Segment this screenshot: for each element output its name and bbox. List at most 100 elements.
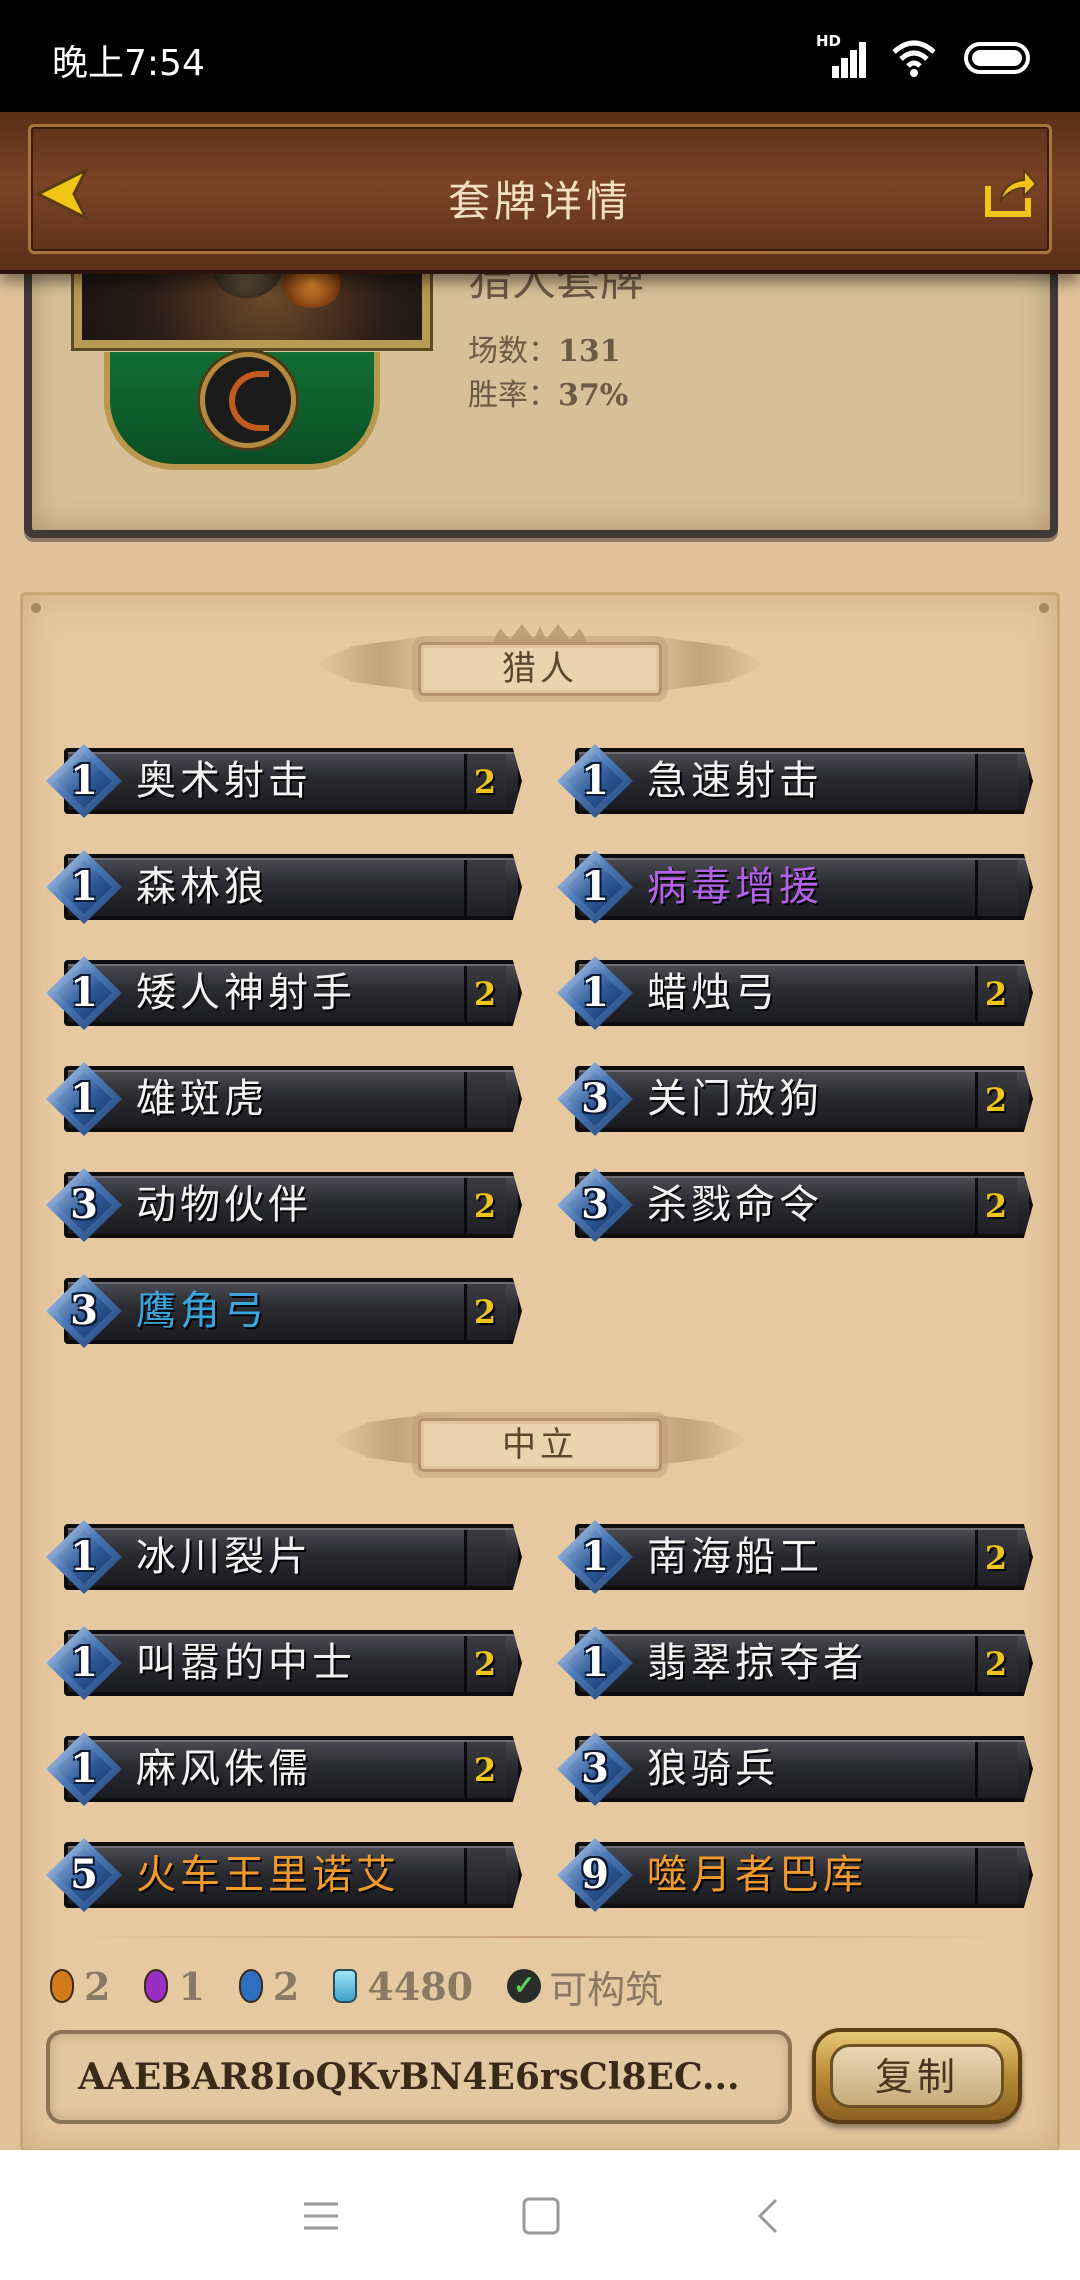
card-row[interactable]: 3 鹰角弓 2 [46,1274,522,1348]
section-label: 猎人 [418,642,662,696]
card-name: 翡翠掠夺者 [647,1640,867,1686]
craftable-status-text: 可构筑 [549,1967,664,2012]
card-row[interactable]: 1 急速射击 [557,744,1033,818]
rare-gem-icon [238,1969,263,2003]
card-row[interactable]: 1 翡翠掠夺者 2 [557,1626,1033,1700]
epic-count: 1 [144,1963,205,2009]
card-count: 2 [473,763,497,801]
card-row[interactable]: 1 矮人神射手 2 [46,956,522,1030]
section-banner-hunter: 猎人 [0,624,1080,704]
card-count [464,1072,506,1128]
dust-cost: 4480 [333,1964,473,2009]
card-cost: 3 [70,1287,98,1334]
status-icons: HD [816,32,1030,82]
card-name: 关门放狗 [647,1076,823,1122]
deck-code-field[interactable]: AAEBAR8IoQKvBN4E6rsCl8EC... [46,2030,792,2124]
card-cost: 9 [581,1851,609,1898]
share-icon[interactable] [980,162,1040,222]
card-bar [64,1066,522,1132]
card-row[interactable]: 5 火车王里诺艾 [46,1838,522,1912]
card-count [975,1848,1017,1904]
winrate-value: 37% [558,378,629,413]
craftable-status: ✓ 可构筑 [507,1959,663,2014]
menu-icon[interactable] [296,2194,346,2238]
dust-cost-value: 4480 [367,1963,474,2009]
page-title: 套牌详情 [447,177,632,226]
epic-count-value: 1 [178,1963,205,2009]
card-count: 2 [473,1751,497,1789]
card-cost: 1 [70,1075,98,1122]
card-cost: 1 [70,1533,98,1580]
card-bar [64,1278,522,1344]
back-icon[interactable] [744,2194,794,2238]
card-count [975,1742,1017,1798]
card-row[interactable]: 3 杀戮命令 2 [557,1168,1033,1242]
card-row[interactable]: 3 关门放狗 2 [557,1062,1033,1136]
card-cost: 1 [581,757,609,804]
card-cost: 1 [581,1533,609,1580]
card-count: 2 [473,1645,497,1683]
card-name: 噬月者巴库 [647,1852,867,1898]
card-count [975,860,1017,916]
card-name: 狼骑兵 [647,1746,779,1792]
card-row[interactable]: 1 麻风侏儒 2 [46,1732,522,1806]
wifi-icon [892,40,936,77]
card-count: 2 [984,1539,1008,1577]
winrate-stat: 胜率：37% [468,370,628,414]
card-name: 森林狼 [136,864,268,910]
deck-info-panel: 猎人套牌 场数：131 胜率：37% [24,250,1058,538]
games-label: 场数： [468,334,558,369]
card-name: 奥术射击 [136,758,312,804]
rare-count-value: 2 [272,1963,300,2009]
battery-icon [964,42,1030,74]
section-label: 中立 [418,1418,662,1472]
card-cost: 1 [70,1745,98,1792]
card-row[interactable]: 9 噬月者巴库 [557,1838,1033,1912]
card-cost: 1 [581,1639,609,1686]
card-name: 麻风侏儒 [136,1746,312,1792]
card-name: 矮人神射手 [136,970,356,1016]
card-cost: 1 [581,863,609,910]
home-icon[interactable] [516,2194,566,2238]
card-bar [575,1736,1033,1802]
card-row[interactable]: 1 蜡烛弓 2 [557,956,1033,1030]
card-row[interactable]: 1 森林狼 [46,850,522,924]
footer-divider [60,1936,1020,1938]
card-cost: 1 [70,757,98,804]
card-row[interactable]: 1 奥术射击 2 [46,744,522,818]
card-cost: 1 [581,969,609,1016]
card-cost: 3 [70,1181,98,1228]
card-name: 叫嚣的中士 [136,1640,356,1686]
card-count: 2 [984,975,1008,1013]
arcane-dust-icon [333,1969,358,2003]
rare-count: 2 [238,1963,300,2009]
card-row[interactable]: 3 动物伙伴 2 [46,1168,522,1242]
app-header: 套牌详情 [0,112,1080,274]
card-row[interactable]: 1 叫嚣的中士 2 [46,1626,522,1700]
card-cost: 1 [70,969,98,1016]
card-cost: 3 [581,1075,609,1122]
card-name: 蜡烛弓 [647,970,779,1016]
class-banner [104,352,380,470]
card-name: 杀戮命令 [647,1182,823,1228]
card-name: 冰川裂片 [136,1534,312,1580]
card-row[interactable]: 1 雄斑虎 [46,1062,522,1136]
card-row[interactable]: 3 狼骑兵 [557,1732,1033,1806]
card-bar [575,960,1033,1026]
epic-gem-icon [144,1969,169,2003]
legendary-count: 2 [50,1964,110,2009]
card-row[interactable]: 1 病毒增援 [557,850,1033,924]
card-bar [64,854,522,920]
games-value: 131 [558,334,621,369]
card-list-panel [20,592,1060,2152]
copy-button[interactable]: 复制 [812,2028,1022,2124]
card-row[interactable]: 1 冰川裂片 [46,1520,522,1594]
signal-icon: HD [816,32,866,78]
card-count: 2 [984,1645,1008,1683]
card-row[interactable]: 1 南海船工 2 [557,1520,1033,1594]
card-count: 2 [473,975,497,1013]
card-cost: 1 [70,1639,98,1686]
card-name: 鹰角弓 [136,1288,268,1334]
card-cost: 3 [581,1745,609,1792]
card-cost: 3 [581,1181,609,1228]
